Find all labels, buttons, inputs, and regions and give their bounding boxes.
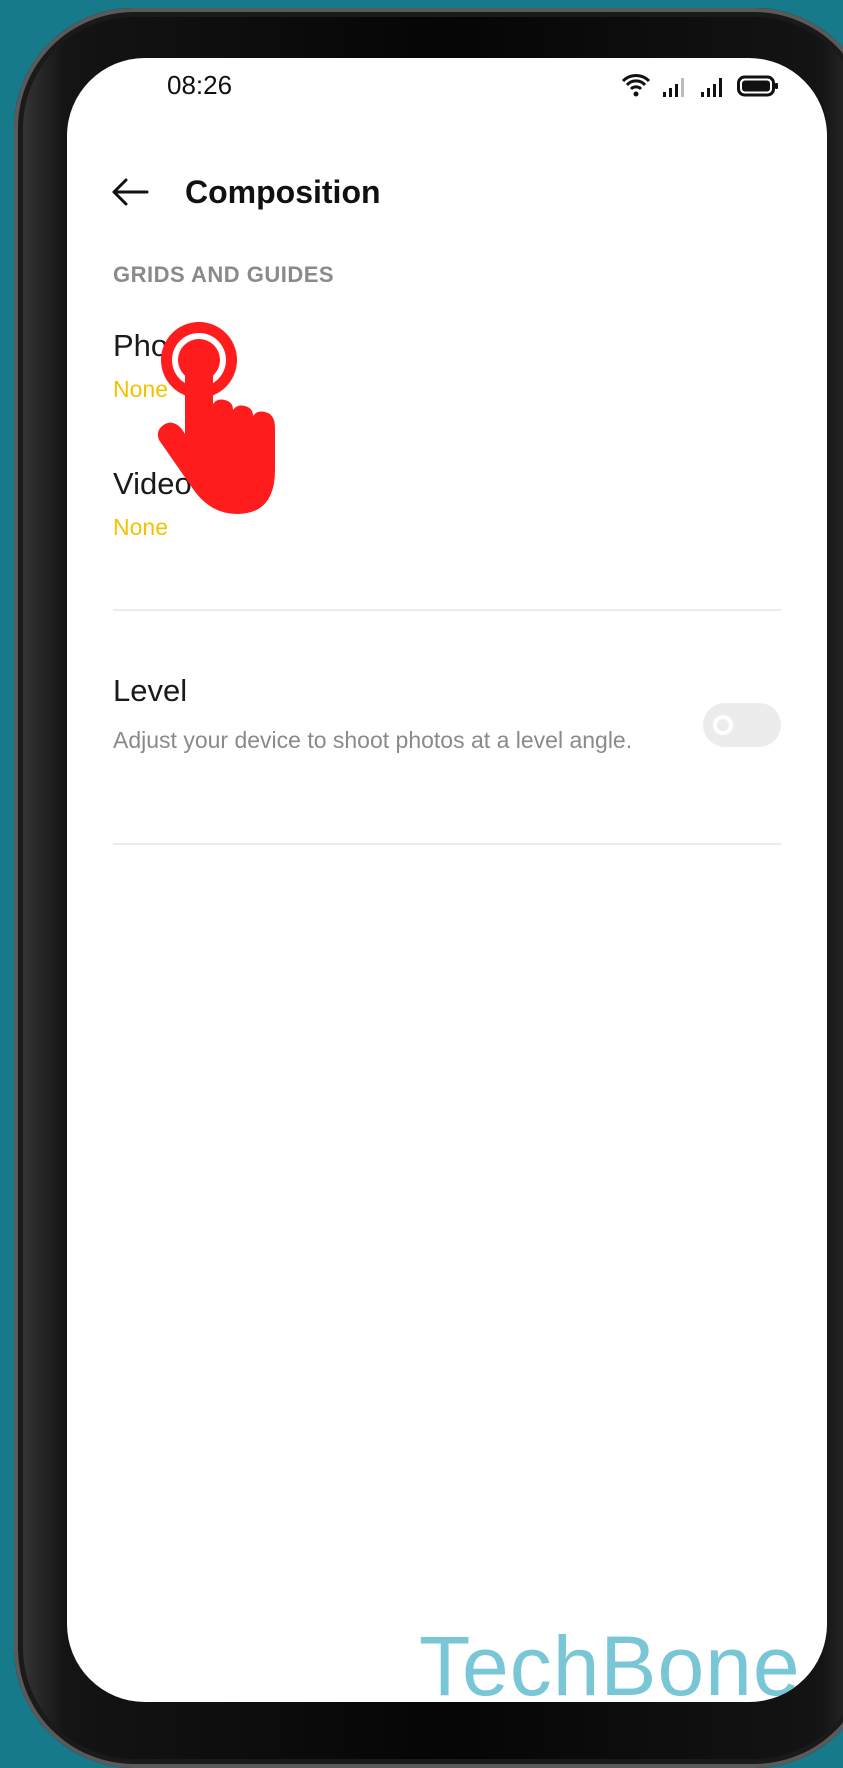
phone-screen: 08:26 Composition GRIDS AND GUIDES Photo… [67, 58, 827, 1702]
status-time: 08:26 [167, 70, 233, 100]
back-button[interactable] [102, 166, 158, 222]
list-item-level[interactable]: Level Adjust your device to shoot photos… [113, 673, 781, 793]
watermark: TechBone [419, 1619, 801, 1702]
level-label: Level [113, 673, 188, 708]
divider [113, 843, 781, 845]
signal-icon [661, 74, 689, 103]
page-title: Composition [185, 174, 381, 210]
app-bar: Composition [67, 158, 827, 238]
phone-frame: 08:26 Composition GRIDS AND GUIDES Photo… [14, 8, 843, 1768]
signal-icon [699, 74, 727, 103]
arrow-left-icon [111, 177, 149, 212]
section-header-grids-and-guides: GRIDS AND GUIDES [113, 262, 335, 287]
battery-icon [737, 74, 779, 103]
video-value: None [113, 514, 168, 540]
wifi-icon [621, 72, 651, 103]
level-toggle[interactable] [703, 703, 781, 747]
divider [113, 609, 781, 611]
level-description: Adjust your device to shoot photos at a … [113, 727, 633, 753]
status-icons [621, 72, 779, 103]
status-bar: 08:26 [67, 58, 827, 118]
tap-hand-icon [157, 318, 297, 518]
toggle-knob [713, 715, 733, 735]
